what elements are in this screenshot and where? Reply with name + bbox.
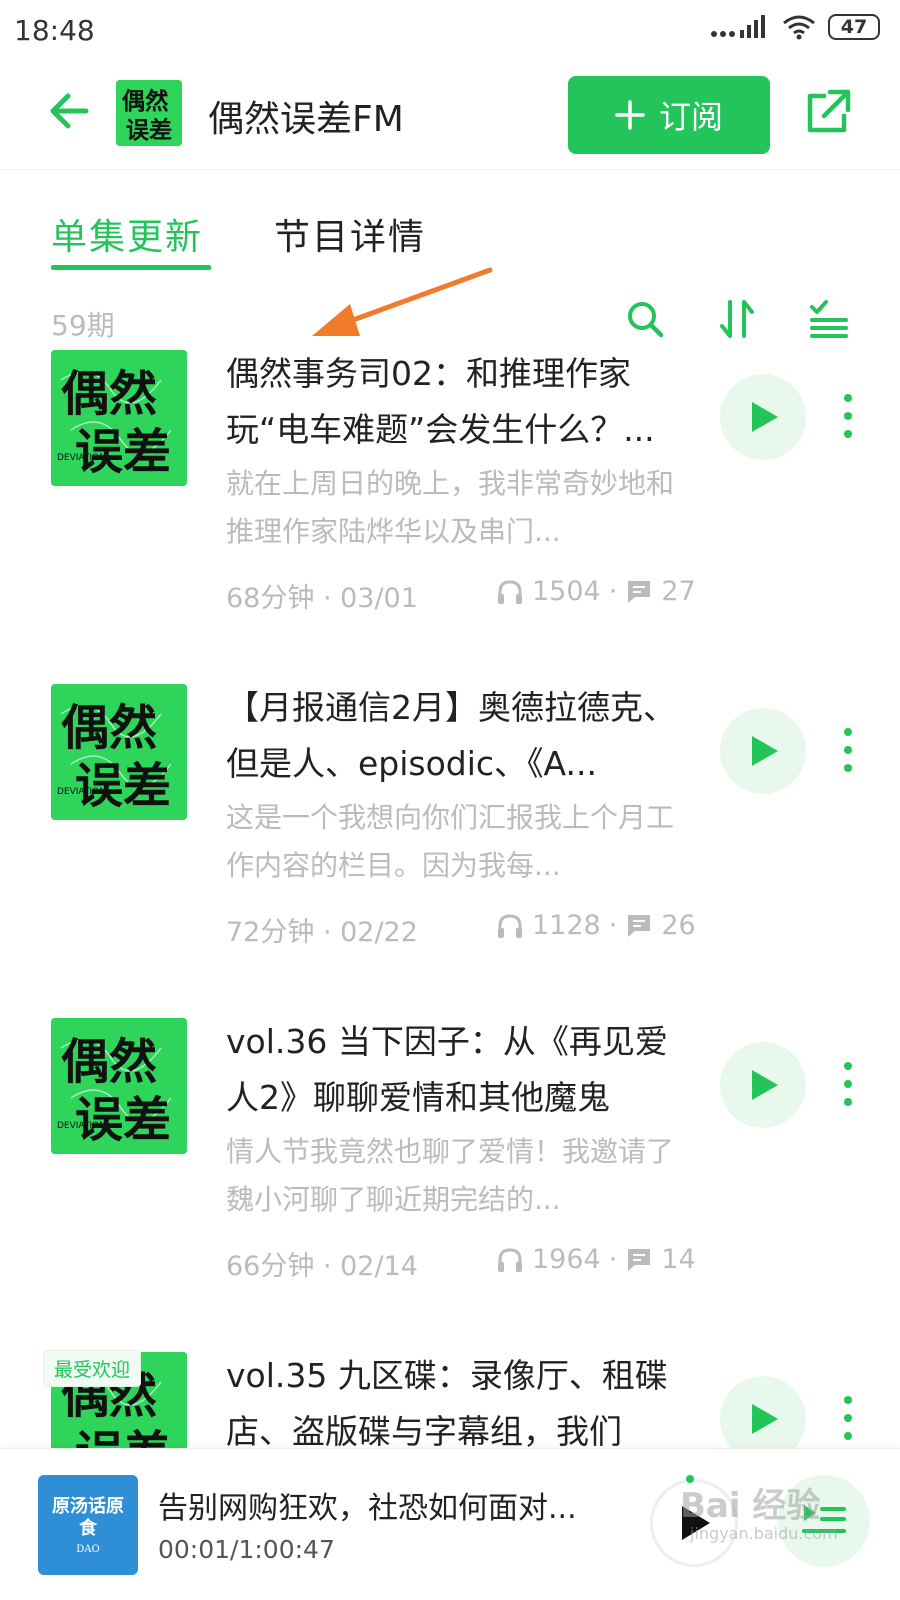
episode-item[interactable]: 偶然 误差 DEVIATION 偶然事务司02：和推理作家玩“电车难题”会发生什… [0, 350, 900, 680]
episode-stats: 1964 · 14 [496, 1244, 696, 1275]
separator-dot: · [608, 1244, 618, 1275]
episode-stats: 1504 · 27 [496, 576, 696, 607]
svg-text:偶然: 偶然 [61, 366, 157, 422]
comment-icon [628, 1248, 651, 1271]
headphones-icon [498, 913, 522, 938]
more-options-icon[interactable] [838, 394, 858, 438]
now-playing-cover: 原汤话原食 DAO [38, 1475, 138, 1575]
now-playing-time: 00:01/1:00:47 [158, 1535, 335, 1564]
episode-count: 59期 [51, 309, 115, 342]
back-arrow-icon[interactable] [46, 88, 92, 134]
battery-indicator: 47 [828, 14, 880, 40]
annotation-arrow-icon [312, 267, 493, 336]
plus-icon [615, 100, 645, 130]
svg-text:误差: 误差 [75, 424, 171, 480]
play-button[interactable] [720, 374, 806, 460]
svg-text:误差: 误差 [126, 117, 173, 144]
episode-title: 【月报通信2月】奥德拉德克、但是人、episodic、《A... [226, 688, 676, 783]
episode-item[interactable]: 偶然 误差 DEVIATION vol.36 当下因子：从《再见爱人2》聊聊爱情… [0, 1018, 900, 1348]
svg-text:DEVIATION: DEVIATION [57, 787, 106, 797]
comment-icon [628, 580, 651, 603]
play-count: 1128 [532, 910, 601, 941]
svg-text:偶然: 偶然 [61, 700, 157, 756]
play-count: 1964 [532, 1244, 601, 1275]
more-options-icon[interactable] [838, 1062, 858, 1106]
podcast-logo-art: 偶然 误差 [116, 80, 182, 146]
svg-text:DEVIATION: DEVIATION [57, 453, 106, 463]
svg-text:误差: 误差 [75, 1092, 171, 1148]
episode-duration-date: 72分钟 · 02/22 [226, 917, 418, 948]
play-icon [682, 1506, 710, 1540]
progress-dot [686, 1475, 694, 1483]
now-playing-cover-title: 原汤话原食 [52, 1495, 124, 1539]
playlist-button[interactable] [778, 1475, 870, 1567]
svg-text:偶然: 偶然 [61, 1034, 157, 1090]
separator-dot: · [608, 576, 618, 607]
episode-stats: 1128 · 26 [496, 910, 696, 941]
more-options-icon[interactable] [838, 1396, 858, 1440]
episode-duration-date: 68分钟 · 03/01 [226, 583, 418, 614]
comment-count: 14 [661, 1244, 696, 1275]
episode-cover: 偶然 误差 DEVIATION [51, 684, 187, 820]
status-icons: 47 [710, 14, 880, 40]
svg-text:DEVIATION: DEVIATION [57, 1121, 106, 1131]
episode-title: 偶然事务司02：和推理作家玩“电车难题”会发生什么？... [226, 354, 655, 449]
share-icon[interactable] [804, 88, 852, 136]
subscribe-label: 订阅 [658, 98, 723, 136]
podcast-logo: 偶然 误差 [116, 80, 182, 146]
status-bar: 18:48 47 [0, 0, 900, 62]
podcast-title: 偶然误差FM [208, 99, 404, 140]
play-icon [752, 1404, 778, 1434]
play-icon [752, 1070, 778, 1100]
comment-icon [628, 914, 651, 937]
separator-dot: · [608, 910, 618, 941]
episode-title: vol.35 九区碟：录像厅、租碟店、盗版碟与字幕组，我们 [226, 1356, 668, 1448]
play-button[interactable] [720, 1042, 806, 1128]
tab-details[interactable]: 节目详情 [274, 208, 426, 260]
episode-cover: 偶然 误差 DEVIATION [51, 350, 187, 486]
play-button[interactable] [720, 708, 806, 794]
comment-count: 27 [661, 576, 696, 607]
episode-description: 情人节我竟然也聊了爱情！我邀请了魏小河聊了聊近期完结的... [226, 1135, 675, 1216]
comment-count: 26 [661, 910, 696, 941]
sort-icon[interactable] [716, 298, 758, 340]
header: 偶然 误差 偶然误差FM 订阅 [0, 62, 900, 170]
episode-description: 就在上周日的晚上，我非常奇妙地和推理作家陆烨华以及串门... [226, 467, 675, 548]
signal-icon [711, 15, 765, 38]
more-options-icon[interactable] [838, 728, 858, 772]
wifi-icon [783, 15, 815, 40]
now-playing-cover-brand: DAO [76, 1543, 100, 1555]
svg-text:误差: 误差 [75, 758, 171, 814]
episode-description: 这是一个我想向你们汇报我上个月工作内容的栏目。因为我每... [226, 801, 675, 882]
play-icon [752, 736, 778, 766]
batch-select-icon[interactable] [808, 298, 850, 340]
mini-player[interactable]: 原汤话原食 DAO 告别网购狂欢，社恐如何面对... 00:01/1:00:47 [0, 1448, 900, 1600]
headphones-icon [498, 579, 522, 604]
episode-cover: 偶然 误差 DEVIATION [51, 1018, 187, 1154]
status-time: 18:48 [14, 14, 95, 47]
mini-play-button[interactable] [650, 1479, 738, 1567]
popular-badge: 最受欢迎 [43, 1350, 142, 1387]
active-tab-indicator [51, 265, 211, 270]
svg-text:偶然: 偶然 [122, 88, 169, 115]
search-icon[interactable] [624, 298, 666, 340]
headphones-icon [498, 1247, 522, 1272]
now-playing-title: 告别网购狂欢，社恐如何面对... [158, 1491, 577, 1526]
play-button[interactable] [720, 1376, 806, 1448]
episode-item[interactable]: 偶然 误差 DEVIATION 【月报通信2月】奥德拉德克、但是人、episod… [0, 684, 900, 1014]
subscribe-button[interactable]: 订阅 [568, 76, 770, 154]
episode-title: vol.36 当下因子：从《再见爱人2》聊聊爱情和其他魔鬼 [226, 1022, 668, 1117]
play-count: 1504 [532, 576, 601, 607]
svg-text:误差: 误差 [75, 1426, 171, 1448]
playlist-icon [802, 1505, 846, 1533]
tab-episodes[interactable]: 单集更新 [51, 208, 203, 260]
episode-duration-date: 66分钟 · 02/14 [226, 1251, 418, 1282]
play-icon [752, 402, 778, 432]
